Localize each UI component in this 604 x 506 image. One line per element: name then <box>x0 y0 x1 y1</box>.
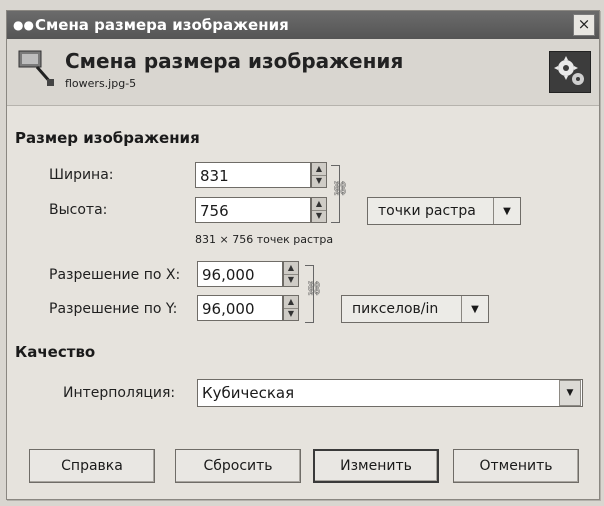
image-size-heading: Размер изображения <box>15 129 200 147</box>
size-units-value: точки растра <box>378 203 476 219</box>
chevron-down-icon[interactable]: ▼ <box>461 296 488 322</box>
spin-down-icon[interactable]: ▼ <box>284 274 298 286</box>
spin-down-icon[interactable]: ▼ <box>312 175 326 187</box>
title-bar[interactable]: ●● Смена размера изображения × <box>7 11 599 39</box>
gimp-eyes-icon: ●● <box>13 18 34 32</box>
resize-button[interactable]: Изменить <box>313 449 439 483</box>
interpolation-select[interactable]: Кубическая ▼ <box>197 379 583 407</box>
resolution-x-spinner[interactable]: ▲ ▼ <box>283 261 299 287</box>
quality-heading: Качество <box>15 343 96 361</box>
resolution-x-label: Разрешение по X: <box>49 267 181 283</box>
window-title: Смена размера изображения <box>35 16 289 34</box>
close-button[interactable]: × <box>573 14 595 36</box>
resolution-y-label: Разрешение по Y: <box>49 301 178 317</box>
spin-down-icon[interactable]: ▼ <box>312 210 326 222</box>
resolution-y-field[interactable]: 96,000 <box>197 295 283 321</box>
height-field[interactable]: 756 <box>195 197 311 223</box>
image-name: flowers.jpg-5 <box>65 77 137 90</box>
chain-link-icon[interactable]: ⛓ <box>305 281 323 297</box>
resolution-units-value: пикселов/in <box>352 301 439 317</box>
interpolation-value: Кубическая <box>202 384 295 402</box>
width-label: Ширина: <box>49 167 114 183</box>
width-field[interactable]: 831 <box>195 162 311 188</box>
height-label: Высота: <box>49 202 108 218</box>
chevron-down-icon[interactable]: ▼ <box>559 380 581 406</box>
chevron-down-icon[interactable]: ▼ <box>493 198 520 224</box>
spin-down-icon[interactable]: ▼ <box>284 308 298 320</box>
resolution-y-spinner[interactable]: ▲ ▼ <box>283 295 299 321</box>
size-units-dropdown[interactable]: точки растра ▼ <box>367 197 521 225</box>
height-spinner[interactable]: ▲ ▼ <box>311 197 327 223</box>
help-button[interactable]: Справка <box>29 449 155 483</box>
width-spinner[interactable]: ▲ ▼ <box>311 162 327 188</box>
resize-dialog: ●● Смена размера изображения × Смена раз… <box>6 10 600 500</box>
dialog-header: Смена размера изображения flowers.jpg-5 <box>7 39 599 106</box>
gears-icon <box>549 51 591 93</box>
resize-tool-icon <box>18 50 54 86</box>
chain-link-icon[interactable]: ⛓ <box>331 181 349 197</box>
dialog-heading: Смена размера изображения <box>65 49 404 73</box>
interpolation-label: Интерполяция: <box>63 385 176 401</box>
resolution-x-field[interactable]: 96,000 <box>197 261 283 287</box>
reset-button[interactable]: Сбросить <box>175 449 301 483</box>
resolution-units-dropdown[interactable]: пикселов/in ▼ <box>341 295 489 323</box>
pixel-size-info: 831 × 756 точек растра <box>195 233 334 246</box>
cancel-button[interactable]: Отменить <box>453 449 579 483</box>
